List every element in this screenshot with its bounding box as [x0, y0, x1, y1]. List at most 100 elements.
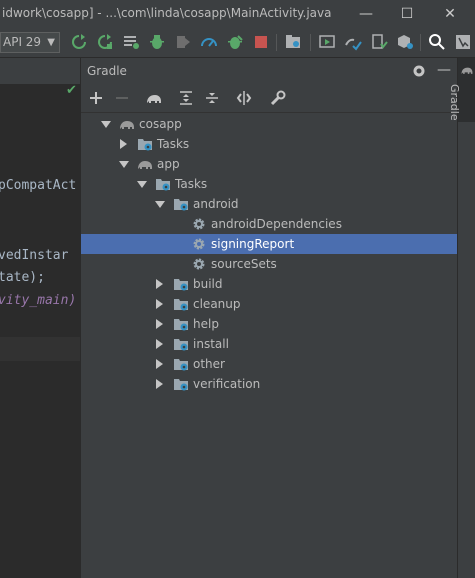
code-editor[interactable]: ✔ pCompatAct vedInstar tate); vity_main) — [0, 58, 80, 578]
tree-node-cosapp[interactable]: cosapp — [81, 114, 458, 134]
tree-node-label: other — [193, 357, 225, 371]
collapse-all-icon[interactable] — [203, 89, 221, 107]
toolbar-separator — [420, 34, 421, 51]
package-icon[interactable] — [396, 33, 414, 51]
code-line: tate); — [0, 270, 45, 285]
avd-manager-icon[interactable] — [318, 33, 336, 51]
tree-node-label: verification — [193, 377, 261, 391]
tree-node-install[interactable]: install — [81, 334, 458, 354]
elephant-icon — [461, 67, 473, 74]
task-folder-icon — [173, 296, 189, 312]
chevron-down-icon[interactable] — [101, 121, 111, 128]
gradle-elephant-icon — [119, 116, 135, 132]
sync-project-icon[interactable] — [344, 33, 362, 51]
tree-node-label: Tasks — [175, 177, 208, 191]
device-select-value: API 29 — [3, 35, 42, 49]
main-toolbar: API 29 ▼ — [0, 28, 475, 58]
hide-panel-icon[interactable]: — — [437, 62, 451, 78]
tree-node-label: help — [193, 317, 219, 331]
right-tool-strip: Gradle — [448, 58, 475, 578]
profile-icon[interactable] — [174, 33, 192, 51]
task-folder-icon — [173, 356, 189, 372]
search-icon[interactable] — [428, 33, 446, 51]
remove-icon[interactable] — [113, 89, 131, 107]
chevron-right-icon[interactable] — [156, 319, 163, 329]
tree-node-label: install — [193, 337, 229, 351]
window-title: idwork\cosapp] - ...\com\linda\cosapp\Ma… — [2, 6, 332, 20]
gradle-strip-tab[interactable]: Gradle — [448, 58, 475, 122]
device-select[interactable]: API 29 ▼ — [0, 32, 60, 53]
tree-node-signingreport[interactable]: signingReport — [81, 234, 458, 254]
chevron-down-icon: ▼ — [47, 37, 55, 48]
tree-node-android[interactable]: android — [81, 194, 458, 214]
gradle-strip-label: Gradle — [448, 84, 461, 121]
checkmark-icon: ✔ — [66, 83, 77, 98]
code-line: pCompatAct — [0, 178, 77, 193]
task-folder-icon — [137, 136, 153, 152]
tree-node-app[interactable]: app — [81, 154, 458, 174]
tree-node-androiddependencies[interactable]: androidDependencies — [81, 214, 458, 234]
chevron-right-icon[interactable] — [156, 379, 163, 389]
editor-gutter-top — [0, 58, 80, 84]
sdk-manager-icon[interactable] — [284, 33, 302, 51]
tree-node-cleanup[interactable]: cleanup — [81, 294, 458, 314]
tree-node-label: Tasks — [157, 137, 190, 151]
elephant-icon[interactable] — [145, 89, 163, 107]
gradle-title: Gradle — [87, 64, 127, 78]
gradle-elephant-icon — [137, 156, 153, 172]
chevron-right-icon[interactable] — [156, 359, 163, 369]
stop-icon[interactable] — [252, 33, 270, 51]
code-line: vedInstar — [0, 248, 69, 263]
tree-node-verification[interactable]: verification — [81, 374, 458, 394]
debug-bug-icon[interactable] — [226, 33, 244, 51]
current-line-highlight — [0, 337, 80, 361]
chevron-down-icon[interactable] — [137, 181, 147, 188]
gradle-toolbar — [81, 85, 458, 113]
tree-node-build[interactable]: build — [81, 274, 458, 294]
add-icon[interactable] — [87, 89, 105, 107]
gear-icon[interactable] — [411, 63, 427, 79]
chevron-right-icon[interactable] — [156, 339, 163, 349]
chevron-right-icon[interactable] — [120, 139, 127, 149]
tree-node-tasks[interactable]: Tasks — [81, 134, 458, 154]
toggle-offline-icon[interactable] — [235, 89, 253, 107]
window-title-bar: idwork\cosapp] - ...\com\linda\cosapp\Ma… — [0, 0, 475, 28]
layout-inspector-icon[interactable] — [454, 33, 472, 51]
tree-node-label: sourceSets — [211, 257, 277, 271]
tree-node-other[interactable]: other — [81, 354, 458, 374]
logcat-icon[interactable] — [122, 33, 140, 51]
task-folder-icon — [155, 176, 171, 192]
task-folder-icon — [173, 376, 189, 392]
tree-node-sourcesets[interactable]: sourceSets — [81, 254, 458, 274]
chevron-down-icon[interactable] — [119, 161, 129, 168]
close-button[interactable]: ✕ — [440, 4, 460, 24]
tree-node-label: signingReport — [211, 237, 295, 251]
device-manager-icon[interactable] — [370, 33, 388, 51]
gear-icon — [191, 216, 207, 232]
toolbar-separator — [276, 34, 277, 51]
code-line: vity_main) — [0, 293, 77, 308]
task-folder-icon — [173, 196, 189, 212]
wrench-icon[interactable] — [269, 89, 287, 107]
task-folder-icon — [173, 336, 189, 352]
task-folder-icon — [173, 316, 189, 332]
chevron-right-icon[interactable] — [156, 279, 163, 289]
maximize-button[interactable]: ☐ — [397, 4, 417, 24]
gradle-tool-window: Gradle — cosapp Tasks app Tasks android andro… — [80, 58, 458, 578]
chevron-down-icon[interactable] — [155, 201, 165, 208]
minimize-button[interactable]: — — [356, 4, 376, 24]
tree-node-help[interactable]: help — [81, 314, 458, 334]
tree-node-label: app — [157, 157, 180, 171]
tree-node-label: androidDependencies — [211, 217, 342, 231]
apply-code-changes-icon[interactable] — [96, 33, 114, 51]
debug-icon[interactable] — [148, 33, 166, 51]
task-folder-icon — [173, 276, 189, 292]
gradle-header: Gradle — — [81, 58, 458, 84]
gear-icon — [191, 256, 207, 272]
chevron-right-icon[interactable] — [156, 299, 163, 309]
tree-node-tasks[interactable]: Tasks — [81, 174, 458, 194]
tree-node-label: android — [193, 197, 239, 211]
apply-changes-icon[interactable] — [70, 33, 88, 51]
attach-debugger-icon[interactable] — [200, 33, 218, 51]
expand-all-icon[interactable] — [177, 89, 195, 107]
